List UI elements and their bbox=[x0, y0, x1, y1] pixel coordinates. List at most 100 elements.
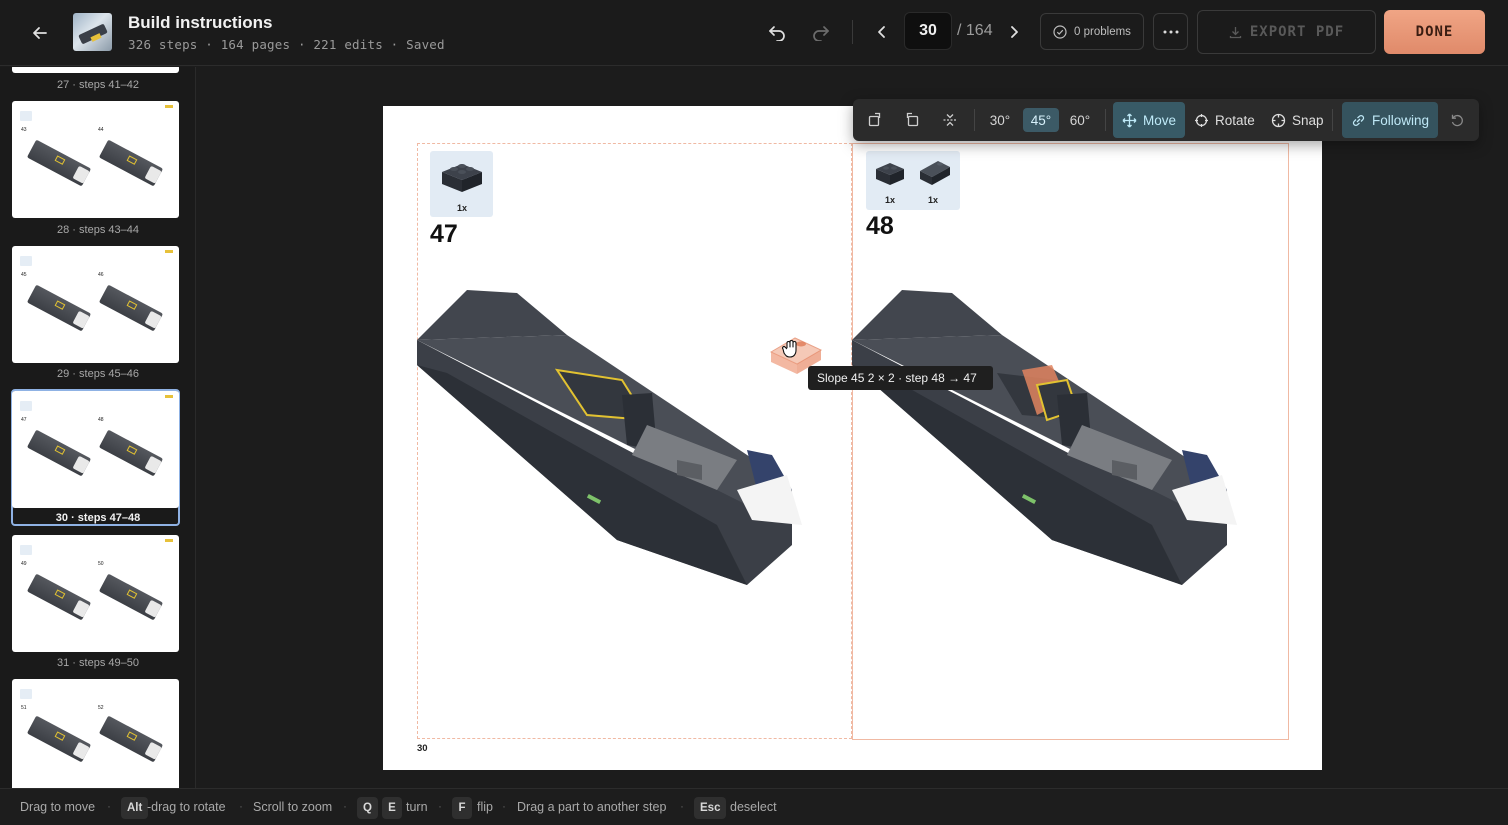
hint-alt-rotate: -drag to rotate bbox=[147, 800, 226, 814]
rotate-right-icon bbox=[906, 112, 919, 127]
mini-model bbox=[26, 284, 92, 332]
toolbar-divider bbox=[1332, 109, 1333, 131]
page-caption: 31 · steps 49–50 bbox=[57, 657, 139, 669]
redo-button[interactable] bbox=[807, 18, 835, 46]
mini-model bbox=[26, 139, 92, 187]
mini-step-number: 44 bbox=[98, 127, 104, 133]
page-caption: 27 · steps 41–42 bbox=[57, 79, 139, 91]
done-button[interactable]: DONE bbox=[1384, 10, 1485, 54]
mini-step-number: 51 bbox=[21, 705, 27, 711]
next-page-button[interactable] bbox=[1000, 18, 1028, 46]
page-thumbnail-28[interactable]: 43 44 bbox=[12, 101, 179, 218]
following-toggle[interactable]: Following bbox=[1342, 102, 1439, 138]
problems-button[interactable]: 0 problems bbox=[1040, 13, 1144, 50]
move-icon bbox=[1122, 113, 1137, 127]
document-title: Build instructions bbox=[128, 13, 273, 32]
link-icon bbox=[1352, 114, 1365, 126]
download-icon bbox=[1229, 26, 1241, 38]
hint-separator: · bbox=[107, 799, 111, 813]
snap-label: Snap bbox=[1292, 112, 1324, 128]
angle-60-button[interactable]: 60° bbox=[1065, 108, 1095, 132]
rotate-icon bbox=[1195, 113, 1208, 127]
page-number-label: 30 bbox=[417, 743, 428, 754]
brick-2x2-icon bbox=[442, 164, 482, 192]
step-number-48: 48 bbox=[866, 212, 894, 240]
mini-step-number: 48 bbox=[98, 417, 104, 423]
page-thumbnail-29[interactable]: 45 46 bbox=[12, 246, 179, 363]
mini-step-number: 43 bbox=[21, 127, 27, 133]
move-label: Move bbox=[1143, 112, 1177, 128]
toolbar-divider bbox=[974, 109, 975, 131]
kbd-e: E bbox=[382, 797, 402, 819]
mini-model bbox=[98, 139, 164, 187]
redo-icon bbox=[813, 26, 829, 41]
flip-button[interactable] bbox=[938, 108, 962, 132]
hint-scroll-zoom: Scroll to zoom bbox=[253, 800, 333, 814]
undo-button[interactable] bbox=[763, 18, 791, 46]
export-pdf-button[interactable]: EXPORT PDF bbox=[1197, 10, 1376, 54]
mini-step-number: 50 bbox=[98, 561, 104, 567]
reset-icon bbox=[1451, 114, 1463, 126]
flip-icon bbox=[943, 114, 957, 126]
angle-45-button[interactable]: 45° bbox=[1023, 108, 1059, 132]
page-caption: 29 · steps 45–46 bbox=[57, 368, 139, 380]
rotate-left-button[interactable] bbox=[863, 108, 887, 132]
page-thumbnail-27[interactable] bbox=[12, 67, 179, 73]
following-label: Following bbox=[1372, 112, 1430, 128]
page-thumbnail-31[interactable]: 49 50 bbox=[12, 535, 179, 652]
rotate-right-button[interactable] bbox=[900, 108, 924, 132]
problems-label: 0 problems bbox=[1074, 25, 1131, 38]
hint-separator: · bbox=[343, 799, 347, 813]
grab-cursor-icon bbox=[782, 340, 797, 358]
part-quantity: 1x bbox=[457, 203, 468, 213]
move-tool-button[interactable]: Move bbox=[1113, 102, 1186, 138]
arrow-left-icon bbox=[33, 27, 47, 39]
mini-model bbox=[98, 284, 164, 332]
status-bar: Drag to move · Alt -drag to rotate · Scr… bbox=[0, 788, 1508, 825]
kbd-esc: Esc bbox=[694, 797, 727, 819]
mini-page-marker bbox=[165, 105, 173, 108]
more-options-button[interactable] bbox=[1153, 13, 1188, 50]
hint-separator: · bbox=[239, 799, 243, 813]
mini-step-number: 49 bbox=[21, 561, 27, 567]
toolbar-divider bbox=[852, 20, 853, 44]
hint-separator: · bbox=[680, 799, 684, 813]
page-number-input[interactable] bbox=[904, 12, 952, 50]
hint-separator: · bbox=[438, 799, 442, 813]
rotate-tool-button[interactable]: Rotate bbox=[1185, 102, 1264, 138]
reset-view-button[interactable] bbox=[1445, 108, 1469, 132]
back-button[interactable] bbox=[24, 18, 56, 48]
export-pdf-label: EXPORT PDF bbox=[1249, 24, 1345, 40]
brick-1x2-icon bbox=[876, 163, 904, 185]
mini-page-marker bbox=[165, 395, 173, 398]
mini-model bbox=[26, 715, 92, 763]
parts-list-48: 1x 1x bbox=[866, 151, 960, 210]
hint-drag-move: Drag to move bbox=[20, 800, 96, 814]
mini-model bbox=[26, 429, 92, 477]
page-caption-selected: 30 · steps 47–48 bbox=[55, 512, 141, 524]
step-number-47: 47 bbox=[430, 220, 458, 248]
mini-parts-box bbox=[20, 545, 32, 555]
snap-icon bbox=[1271, 113, 1286, 127]
document-meta: 326 steps · 164 pages · 221 edits · Save… bbox=[128, 37, 445, 52]
page-thumbnail-32[interactable]: 51 52 bbox=[12, 679, 179, 788]
kbd-f: F bbox=[452, 797, 472, 819]
mini-page-marker bbox=[165, 539, 173, 542]
hint-turn: turn bbox=[406, 800, 428, 814]
mini-model bbox=[98, 715, 164, 763]
mini-step-number: 52 bbox=[98, 705, 104, 711]
part-quantity: 1x bbox=[885, 195, 896, 205]
mini-page-marker bbox=[165, 250, 173, 253]
check-circle-icon bbox=[1053, 24, 1067, 39]
page-caption: 28 · steps 43–44 bbox=[57, 224, 139, 236]
page-thumbnail-30[interactable]: 47 48 bbox=[12, 391, 179, 508]
toolbar-divider bbox=[1105, 109, 1106, 131]
chevron-left-icon bbox=[878, 26, 885, 38]
angle-30-button[interactable]: 30° bbox=[985, 108, 1015, 132]
mini-model bbox=[98, 429, 164, 477]
kbd-q: Q bbox=[357, 797, 378, 819]
chevron-right-icon bbox=[1011, 26, 1018, 38]
page-total: / 164 bbox=[957, 22, 993, 39]
snap-tool-button[interactable]: Snap bbox=[1262, 102, 1333, 138]
previous-page-button[interactable] bbox=[868, 18, 896, 46]
